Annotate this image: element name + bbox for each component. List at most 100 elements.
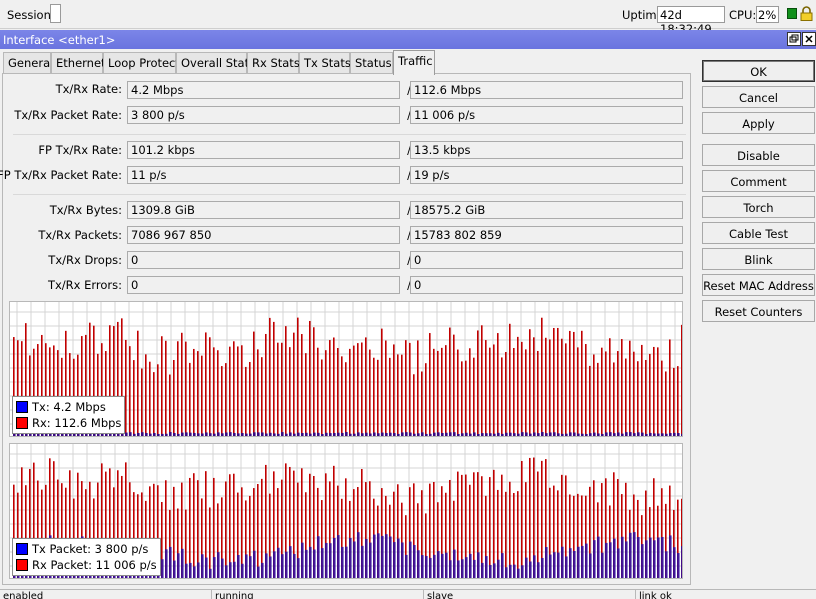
rx-bar [489, 477, 491, 578]
tx-bar [277, 433, 280, 436]
tx-bar [541, 557, 544, 578]
window-title-bar[interactable]: Interface <ether1> [0, 30, 816, 49]
legend-tx-packet-value: 3 800 p/s [94, 542, 149, 556]
tab-status[interactable]: Status [350, 52, 393, 74]
tx-bar [413, 433, 416, 436]
tx-bar [305, 549, 308, 578]
tx-bar [385, 432, 388, 436]
blink-button[interactable]: Blink [702, 248, 815, 270]
tx-bar [369, 433, 372, 436]
tx-bar [285, 551, 288, 578]
rx-bar [525, 349, 527, 436]
tx-rx-drops-label: Tx/Rx Drops: [48, 253, 122, 267]
tx-bar [297, 432, 300, 436]
tab-loop-protect[interactable]: Loop Protect [103, 52, 180, 74]
tx-bar [245, 554, 248, 578]
lock-icon[interactable] [800, 6, 813, 21]
tx-bar [293, 553, 296, 578]
tx-bar [477, 433, 480, 436]
rx-bar [133, 360, 135, 436]
rx-bar [557, 327, 559, 436]
ok-button[interactable]: OK [702, 60, 815, 82]
apply-button[interactable]: Apply [702, 112, 815, 134]
tx-bar [373, 432, 376, 436]
rx-bar [449, 327, 451, 436]
rx-bar [453, 334, 455, 436]
cable-test-button[interactable]: Cable Test [702, 222, 815, 244]
tx-bar [225, 432, 228, 436]
tab-overall-stats[interactable]: Overall Stats [176, 52, 255, 74]
tx-bar [317, 536, 320, 578]
tx-bar [589, 553, 592, 578]
rx-bar [209, 507, 211, 578]
tx-bar [461, 559, 464, 578]
traffic-legend: Tx: 4.2 Mbps Rx: 112.6 Mbps [12, 396, 126, 434]
comment-button[interactable]: Comment [702, 170, 815, 192]
tx-bar [177, 433, 180, 436]
legend-rx-label: Rx: [32, 416, 51, 430]
rx-bar [173, 359, 175, 436]
session-selector[interactable] [50, 4, 61, 23]
rx-bar [481, 476, 483, 578]
rx-bar [669, 339, 671, 436]
tx-bar [165, 433, 168, 436]
legend-tx-value: 4.2 Mbps [53, 400, 106, 414]
tx-bar [673, 547, 676, 578]
rx-bar [573, 331, 575, 436]
tx-bar [509, 432, 512, 436]
tab-traffic[interactable]: Traffic [393, 50, 435, 75]
tx-bar [189, 562, 192, 578]
rx-bytes-value: 18575.2 GiB [410, 201, 683, 219]
rx-bar [281, 342, 283, 436]
rx-bar [301, 334, 303, 436]
rx-bar [233, 341, 235, 436]
rx-bar [425, 363, 427, 436]
reset-mac-address-button[interactable]: Reset MAC Address [702, 274, 815, 296]
tx-bar [397, 433, 400, 436]
tx-bar [161, 559, 164, 578]
rx-bar [665, 371, 667, 436]
tab-rx-stats[interactable]: Rx Stats [247, 52, 300, 74]
rx-bar [277, 342, 279, 436]
legend-rx-value: 112.6 Mbps [54, 416, 122, 430]
rx-bar [237, 346, 239, 436]
rx-bar [401, 354, 403, 436]
rx-bar [601, 347, 603, 436]
rx-bar [273, 321, 275, 436]
cpu-value: 2% [756, 6, 779, 23]
rx-bar [205, 332, 207, 436]
tx-bar [497, 432, 500, 436]
rx-bar [329, 340, 331, 436]
tx-bytes-value: 1309.8 GiB [127, 201, 400, 219]
close-window-icon[interactable] [802, 32, 816, 46]
tx-bar [661, 433, 664, 436]
tx-bar [641, 432, 644, 436]
torch-button[interactable]: Torch [702, 196, 815, 218]
rx-bar [477, 330, 479, 436]
reset-counters-button[interactable]: Reset Counters [702, 300, 815, 322]
tx-bar [305, 432, 308, 436]
rx-bar [145, 354, 147, 436]
tx-bar [165, 549, 168, 578]
tx-bar [409, 432, 412, 436]
tab-tx-stats[interactable]: Tx Stats [299, 52, 351, 74]
rx-bar [397, 354, 399, 436]
restore-window-icon[interactable] [787, 32, 801, 46]
cancel-button[interactable]: Cancel [702, 86, 815, 108]
tx-bar [217, 552, 220, 578]
rx-bar [521, 341, 523, 436]
tx-bar [653, 433, 656, 436]
separator [13, 194, 686, 195]
tab-general[interactable]: General [3, 52, 53, 74]
tx-bar [437, 551, 440, 578]
tx-bar [533, 555, 536, 578]
tx-bar [349, 433, 352, 436]
tx-bar [649, 537, 652, 578]
tx-bar [441, 432, 444, 436]
tx-bar [173, 560, 176, 578]
tab-ethernet[interactable]: Ethernet [51, 52, 106, 74]
tx-bar [281, 554, 284, 578]
disable-button[interactable]: Disable [702, 144, 815, 166]
rx-bar [621, 339, 623, 436]
tx-bar [141, 432, 144, 436]
